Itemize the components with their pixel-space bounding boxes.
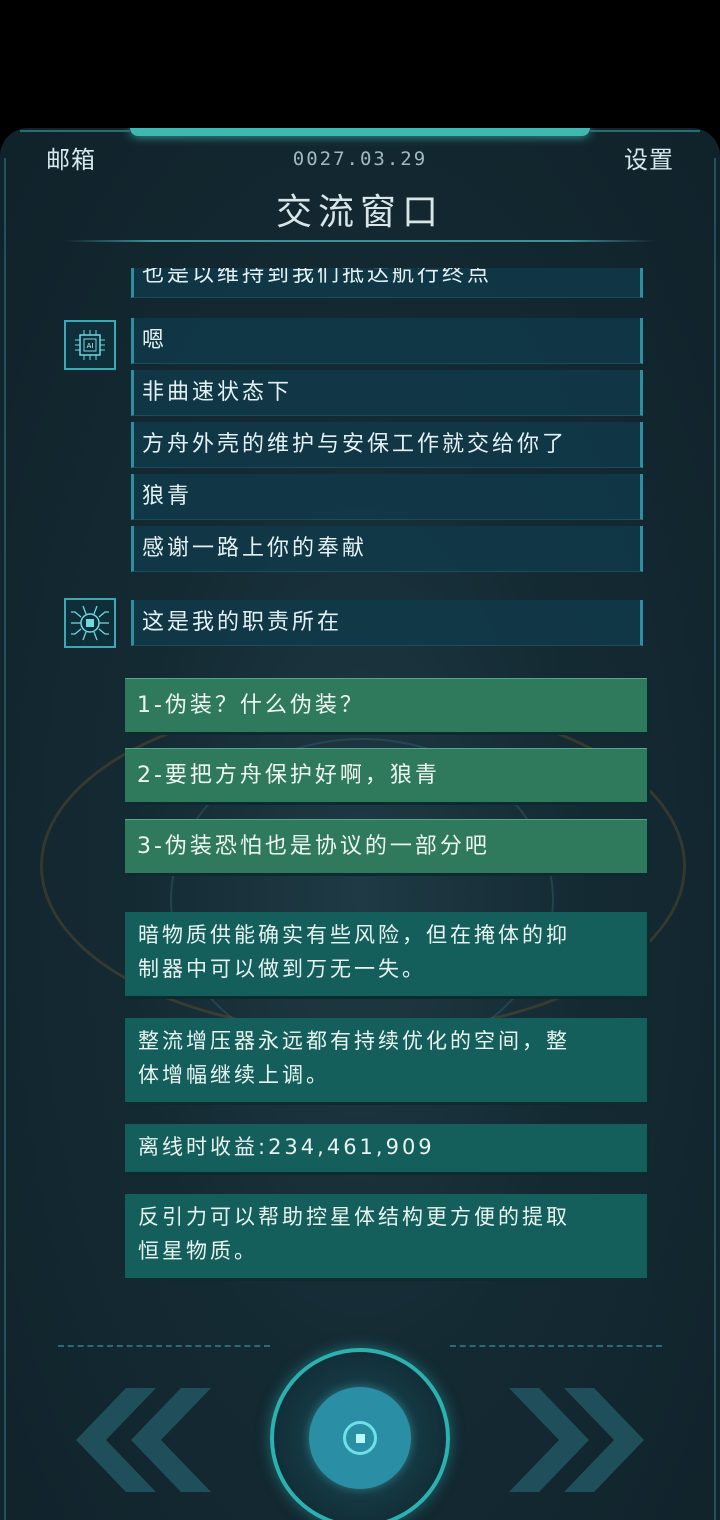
svg-text:AI: AI [87,342,94,350]
center-ring [343,1421,377,1455]
info-card-line: 恒星物质。 [138,1239,258,1263]
page-title: 交流窗口 [275,192,444,233]
info-card-line: 暗物质供能确实有些风险，但在掩体的抑 [138,923,570,947]
chat-message: 非曲速状态下 [131,370,643,416]
reply-option-2[interactable]: 2-要把方舟保护好啊，狼青 [125,748,647,802]
chat-message: 狼青 [131,474,643,520]
info-card: 整流增压器永远都有持续优化的空间，整 体增幅继续上调。 [125,1018,647,1102]
center-dot [356,1434,365,1443]
settings-button[interactable]: 设置 [624,140,674,175]
reply-option-3[interactable]: 3-伪装恐怕也是协议的一部分吧 [125,819,647,873]
dialogue-panel: 邮箱 0027.03.29 设置 交流窗口 也是以维持到我们抵达航行终点 AI … [0,128,720,1520]
info-card-line: 整流增压器永远都有持续优化的空间，整 [138,1029,570,1053]
chat-scroll-area[interactable]: 也是以维持到我们抵达航行终点 AI 嗯 非曲速状态下 方舟外壳的维护与安保工作就… [0,268,720,1288]
info-card: 暗物质供能确实有些风险，但在掩体的抑 制器中可以做到万无一失。 [125,912,647,996]
chat-message: 方舟外壳的维护与安保工作就交给你了 [131,422,643,468]
ai-chip-icon: AI [75,330,105,360]
info-card-line: 制器中可以做到万无一失。 [138,957,426,981]
chat-message: 这是我的职责所在 [131,600,643,646]
top-glow-bar [130,128,590,136]
frame-line-left [20,130,130,132]
nav-dash-right [450,1345,662,1347]
robot-avatar [64,598,116,648]
chat-message: 感谢一路上你的奉献 [131,526,643,572]
info-card: 反引力可以帮助控星体结构更方便的提取 恒星物质。 [125,1194,647,1278]
reply-option-1[interactable]: 1-伪装？什么伪装？ [125,678,647,732]
nav-dash-left [58,1345,270,1347]
frame-line-right [590,130,700,132]
ai-avatar: AI [64,320,116,370]
info-card-line: 离线时收益:234,461,909 [138,1135,435,1159]
info-card-line: 反引力可以帮助控星体结构更方便的提取 [138,1205,570,1229]
double-chevron-left-icon[interactable] [66,1388,216,1492]
info-card-line: 体增幅继续上调。 [138,1063,330,1087]
chat-message: 嗯 [131,318,643,364]
info-card: 离线时收益:234,461,909 [125,1124,647,1172]
game-date: 0027.03.29 [292,148,428,170]
center-action-button[interactable] [270,1348,450,1520]
double-chevron-right-icon[interactable] [504,1388,654,1492]
bottom-navigation [0,1288,720,1520]
chat-message-partial: 也是以维持到我们抵达航行终点 [131,268,643,298]
robot-chip-icon [71,605,109,641]
title-divider [64,240,656,242]
center-action-icon [309,1387,411,1489]
